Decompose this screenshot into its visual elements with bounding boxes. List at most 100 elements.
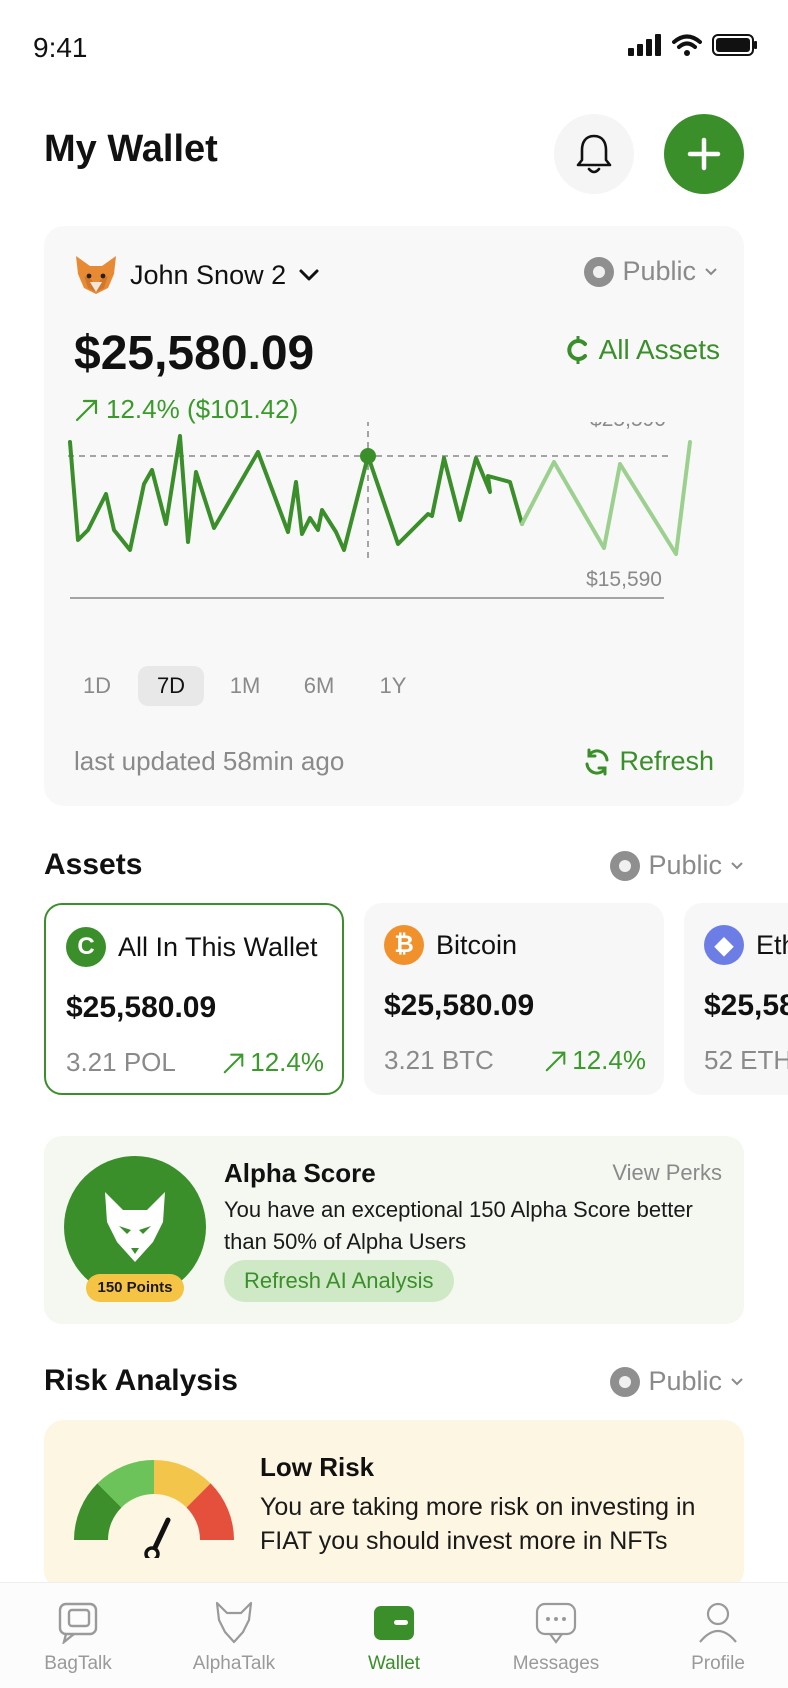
tab-label: BagTalk [44,1653,112,1674]
page-title: My Wallet [44,128,218,170]
tab-bar: BagTalk AlphaTalk Wallet Messages Profil… [0,1582,788,1688]
wolf-icon [105,1192,165,1262]
asset-card-ethereum[interactable]: ◆ Eth $25,58 52 ETH [684,903,788,1095]
asset-name: Bitcoin [436,929,518,960]
asset-change: 12.4% [544,1045,646,1076]
last-updated: last updated 58min ago [74,746,345,776]
alpha-score-card: 150 Points Alpha Score View Perks You ha… [44,1136,744,1324]
refresh-ai-analysis-button[interactable]: Refresh AI Analysis [224,1260,454,1302]
asset-name: All In This Wallet [118,931,318,962]
coin-c-icon: C [66,927,106,967]
view-perks-link[interactable]: View Perks [612,1160,722,1186]
risk-analysis-title: Risk Analysis [44,1364,238,1397]
ethereum-icon: ◆ [704,925,744,965]
bell-icon [576,134,612,174]
range-tab-7d[interactable]: 7D [138,666,204,706]
assets-title: Assets [44,848,143,881]
chart-max-label: $25,590 [590,422,666,431]
chart-line-past [68,434,524,552]
notifications-button[interactable] [554,114,634,194]
eye-icon [610,1366,641,1397]
refresh-icon [585,748,609,775]
alpha-score-description: You have an exceptional 150 Alpha Score … [224,1197,693,1254]
tab-bagtalk[interactable]: BagTalk [8,1597,148,1675]
visibility-label: Public [622,256,696,286]
risk-gauge-icon [73,1460,235,1558]
wallet-change-value: 12.4% ($101.42) [106,394,299,424]
asset-value: $25,58 [704,989,788,1022]
asset-value: $25,580.09 [66,991,217,1024]
wallet-change: 12.4% ($101.42) [74,394,298,425]
trend-up-icon [224,1053,244,1073]
tab-messages[interactable]: Messages [486,1597,626,1675]
coin-c-icon [566,336,587,364]
chart-line-projection [520,440,692,556]
refresh-button[interactable]: Refresh [583,746,714,777]
eye-icon [584,256,615,287]
tab-label: Wallet [367,1653,421,1674]
eye-icon [610,850,641,881]
chevron-down-icon [731,1377,743,1385]
wolf-icon [215,1601,253,1644]
balance-chart: $25,590 $15,590 [68,422,692,599]
asset-name: Eth [756,929,788,960]
range-tabs: 1D 7D 1M 6M 1Y [64,666,426,706]
bagtalk-icon [58,1602,98,1644]
tab-wallet[interactable]: Wallet [324,1597,464,1675]
points-badge: 150 Points [86,1274,184,1302]
asset-qty: 52 ETH [704,1045,788,1075]
chat-icon [535,1602,577,1644]
battery-icon [712,34,757,56]
range-tab-6m[interactable]: 6M [286,666,352,706]
asset-qty: 3.21 POL [66,1047,176,1077]
status-bar: 9:41 [0,0,788,100]
add-button[interactable] [664,114,744,194]
all-assets-label: All Assets [598,334,720,365]
asset-carousel[interactable]: C All In This Wallet $25,580.09 3.21 POL… [44,903,788,1095]
asset-change: 12.4% [222,1047,324,1078]
risk-card: Low Risk You are taking more risk on inv… [44,1420,744,1590]
range-tab-1d[interactable]: 1D [64,666,130,706]
chevron-down-icon [299,269,319,281]
visibility-label: Public [648,1366,722,1396]
assets-visibility-dropdown[interactable]: Public [610,850,744,881]
asset-card-bitcoin[interactable]: ₿ Bitcoin $25,580.09 3.21 BTC 12.4% [364,903,664,1095]
bitcoin-icon: ₿ [384,925,424,965]
tab-label: AlphaTalk [192,1653,276,1674]
risk-description: You are taking more risk on investing in… [260,1493,696,1555]
range-tab-1m[interactable]: 1M [212,666,278,706]
header: My Wallet [44,110,744,196]
risk-level: Low Risk [260,1452,375,1482]
chart-min-label: $15,590 [586,568,662,591]
trend-up-icon [75,399,98,421]
visibility-label: Public [648,850,722,880]
status-time: 9:41 [33,32,88,63]
tab-alphatalk[interactable]: AlphaTalk [164,1597,304,1675]
alpha-score-title: Alpha Score [224,1158,376,1188]
wallet-visibility-dropdown[interactable]: Public [584,256,718,287]
asset-qty: 3.21 BTC [384,1045,494,1075]
asset-card-all[interactable]: C All In This Wallet $25,580.09 3.21 POL… [44,903,344,1095]
chart-marker [360,448,376,464]
chevron-down-icon [705,267,717,275]
wallet-card: John Snow 2 Public $25,580.09 All Assets… [44,226,744,806]
account-name: John Snow 2 [130,259,287,290]
asset-value: $25,580.09 [384,989,535,1022]
plus-icon [687,137,721,171]
profile-icon [699,1602,737,1643]
wallet-icon [374,1606,414,1640]
trend-up-icon [546,1051,566,1071]
account-selector[interactable]: John Snow 2 [74,254,320,296]
refresh-label: Refresh [619,746,714,776]
tab-profile[interactable]: Profile [648,1597,788,1675]
chevron-down-icon [731,861,743,869]
tab-label: Messages [512,1653,600,1674]
signal-icon [628,34,661,56]
wallet-balance: $25,580.09 [74,327,315,380]
wifi-icon [672,34,702,56]
all-assets-button[interactable]: All Assets [565,334,720,366]
tab-label: Profile [691,1653,745,1674]
risk-visibility-dropdown[interactable]: Public [610,1366,744,1397]
range-tab-1y[interactable]: 1Y [360,666,426,706]
metamask-fox-icon [76,256,116,294]
